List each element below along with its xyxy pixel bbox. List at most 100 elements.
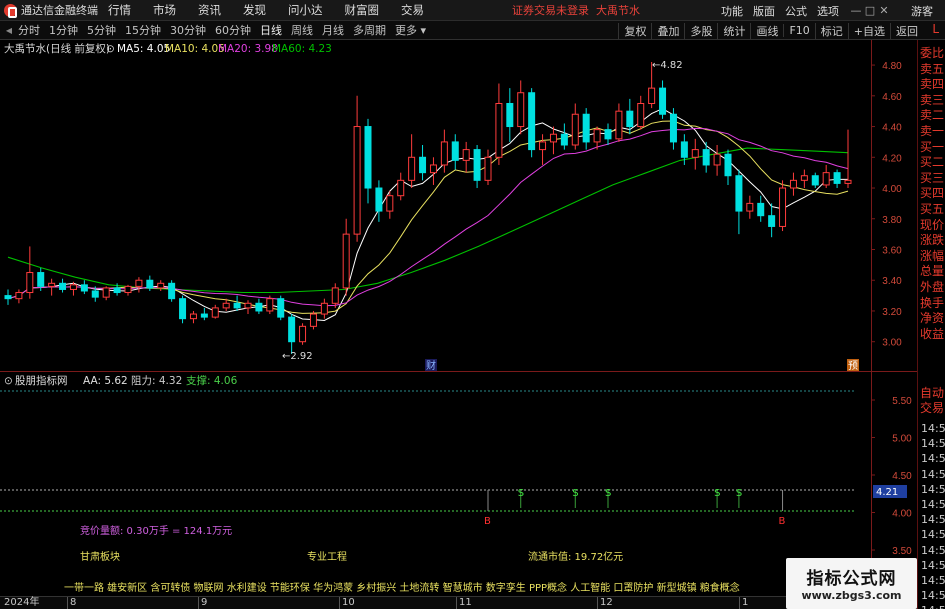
tab-intraday[interactable]: 分时 bbox=[18, 22, 40, 38]
ma10-line bbox=[7, 120, 849, 314]
tab-overlay[interactable]: 叠加 bbox=[651, 22, 684, 39]
login-status[interactable]: 证券交易未登录 大禹节水 bbox=[512, 2, 640, 18]
side-panel-time: 14:5 bbox=[921, 574, 945, 587]
side-panel-time: 14:5 bbox=[921, 437, 945, 451]
menu-ask[interactable]: 问小达 bbox=[288, 2, 323, 18]
stock-title: 大禹节水(日线 前复权) bbox=[4, 42, 110, 55]
candle-body bbox=[342, 233, 350, 289]
candle-body bbox=[571, 113, 579, 146]
tab-monthly[interactable]: 月线 bbox=[322, 22, 344, 38]
region-label: 甘肃板块 bbox=[80, 550, 120, 563]
side-panel-item: 买五 bbox=[920, 202, 945, 216]
side-panel-trade-item[interactable]: 交易 bbox=[920, 401, 944, 415]
candle-body bbox=[419, 156, 427, 174]
candle-body bbox=[244, 302, 252, 309]
candle-body bbox=[91, 290, 99, 298]
tab-weekly[interactable]: 周线 bbox=[291, 22, 313, 38]
side-panel-item: 换手 bbox=[920, 295, 945, 310]
candle-body bbox=[539, 141, 547, 151]
tab-add-favorite[interactable]: +自选 bbox=[847, 22, 890, 39]
candle-body bbox=[113, 287, 121, 294]
ma10-legend: MA10: 4.05 bbox=[165, 43, 225, 55]
sell-signal-label: S bbox=[518, 488, 524, 499]
price-tick-label: 4.40 bbox=[882, 123, 902, 134]
indicator-settings-icon[interactable]: ⊙ bbox=[4, 375, 13, 387]
date-axis: 2024年 8 9 10 11 12 1 bbox=[0, 596, 917, 609]
menu-markets[interactable]: 市场 bbox=[153, 2, 176, 18]
candle-body bbox=[255, 302, 263, 312]
candle-body bbox=[560, 133, 568, 146]
tab-60min[interactable]: 60分钟 bbox=[215, 22, 251, 38]
float-cap-label: 流通市值: 19.72亿元 bbox=[528, 550, 623, 563]
candle-body bbox=[211, 307, 219, 318]
buy-signal-label: B bbox=[484, 516, 491, 527]
tab-statistics[interactable]: 统计 bbox=[717, 22, 750, 39]
date-month: 9 bbox=[198, 597, 207, 609]
candle-body bbox=[179, 298, 187, 320]
candle-body bbox=[822, 172, 830, 186]
side-panel-item: 涨跌 bbox=[920, 233, 945, 248]
ma60-legend: MA60: 4.23 bbox=[272, 43, 332, 55]
side-panel-item: 卖二 bbox=[920, 108, 945, 123]
tab-daily[interactable]: 日线 bbox=[260, 22, 282, 38]
price-tick-label: 4.20 bbox=[882, 153, 902, 164]
menu-wealth[interactable]: 财富圈 bbox=[345, 2, 380, 18]
candle-body bbox=[680, 141, 688, 158]
tab-draw[interactable]: 画线 bbox=[750, 22, 783, 39]
tab-multi-period[interactable]: 多周期 bbox=[353, 22, 386, 38]
menu-layout[interactable]: 版面 bbox=[753, 3, 775, 19]
price-tick-label: 3.20 bbox=[882, 307, 902, 318]
tab-15min[interactable]: 15分钟 bbox=[125, 22, 161, 38]
tab-scroll-left-icon[interactable]: ◀ bbox=[0, 26, 18, 35]
finance-marker-text: 财 bbox=[426, 359, 436, 372]
menu-discover[interactable]: 发现 bbox=[243, 2, 266, 18]
settings-icon[interactable]: ⊙ bbox=[106, 43, 115, 55]
indicator-chart[interactable]: 5.50 5.00 4.50 4.00 3.50 S S S S S B B ⊙ 股朋指标网 AA:… bbox=[0, 372, 917, 596]
candle-body bbox=[386, 195, 394, 212]
indicator-aa: AA: 5.62 bbox=[83, 375, 128, 387]
side-panel-time: 14:5 bbox=[921, 589, 945, 603]
tab-30min[interactable]: 30分钟 bbox=[170, 22, 206, 38]
menu-function[interactable]: 功能 bbox=[721, 3, 743, 19]
menu-formula[interactable]: 公式 bbox=[785, 3, 807, 19]
tab-mark[interactable]: 标记 bbox=[814, 22, 848, 39]
side-panel-item: 总量 bbox=[920, 264, 945, 279]
candle-body bbox=[408, 156, 416, 181]
candle-body bbox=[157, 282, 165, 289]
maximize-icon[interactable]: □ bbox=[863, 4, 877, 17]
candle-body bbox=[593, 129, 601, 143]
buy-signal-label: B bbox=[779, 516, 786, 527]
watermark-url: www.zbgs3.com bbox=[801, 589, 902, 602]
side-panel-item: 收益 bbox=[920, 326, 945, 341]
candle-body bbox=[495, 102, 503, 158]
candle-body bbox=[768, 215, 776, 227]
menu-bar: 通达信金融终端 行情 市场 资讯 发现 问小达 财富圈 交易 证券交易未登录 大… bbox=[0, 0, 945, 21]
guest-label[interactable]: 游客 bbox=[911, 3, 933, 19]
candle-body bbox=[702, 149, 710, 166]
price-axis: 4.80 4.60 4.40 4.20 4.00 3.80 3.60 3.40 3.20 3.00 bbox=[871, 61, 902, 349]
menu-trade[interactable]: 交易 bbox=[401, 2, 424, 18]
price-tick-label: 3.60 bbox=[882, 245, 902, 256]
candle-body bbox=[757, 202, 765, 217]
tab-adjust[interactable]: 复权 bbox=[618, 22, 651, 39]
app-logo-icon bbox=[4, 3, 17, 18]
menu-news[interactable]: 资讯 bbox=[198, 2, 221, 18]
price-tick-label: 3.40 bbox=[882, 276, 902, 287]
side-panel-trade-item[interactable]: 自动 bbox=[920, 386, 944, 400]
candle-body bbox=[233, 302, 241, 309]
current-value-text: 4.21 bbox=[876, 487, 898, 498]
tab-f10[interactable]: F10 bbox=[783, 24, 814, 37]
candle-body bbox=[299, 325, 307, 343]
tab-5min[interactable]: 5分钟 bbox=[87, 22, 116, 38]
indicator-name: 股朋指标网 bbox=[15, 374, 68, 387]
tab-multi-stock[interactable]: 多股 bbox=[684, 22, 717, 39]
tab-1min[interactable]: 1分钟 bbox=[49, 22, 78, 38]
tab-more[interactable]: 更多 ▾ bbox=[395, 22, 426, 38]
menu-market[interactable]: 行情 bbox=[108, 2, 131, 18]
candle-body bbox=[200, 313, 208, 318]
close-icon[interactable]: ✕ bbox=[877, 4, 891, 17]
menu-options[interactable]: 选项 bbox=[817, 3, 839, 19]
tab-back[interactable]: 返回 bbox=[890, 22, 923, 39]
minimize-icon[interactable]: — bbox=[849, 4, 863, 17]
kline-chart[interactable]: 4.80 4.60 4.40 4.20 4.00 3.80 3.60 3.40 3.20 3.00… bbox=[0, 40, 917, 372]
